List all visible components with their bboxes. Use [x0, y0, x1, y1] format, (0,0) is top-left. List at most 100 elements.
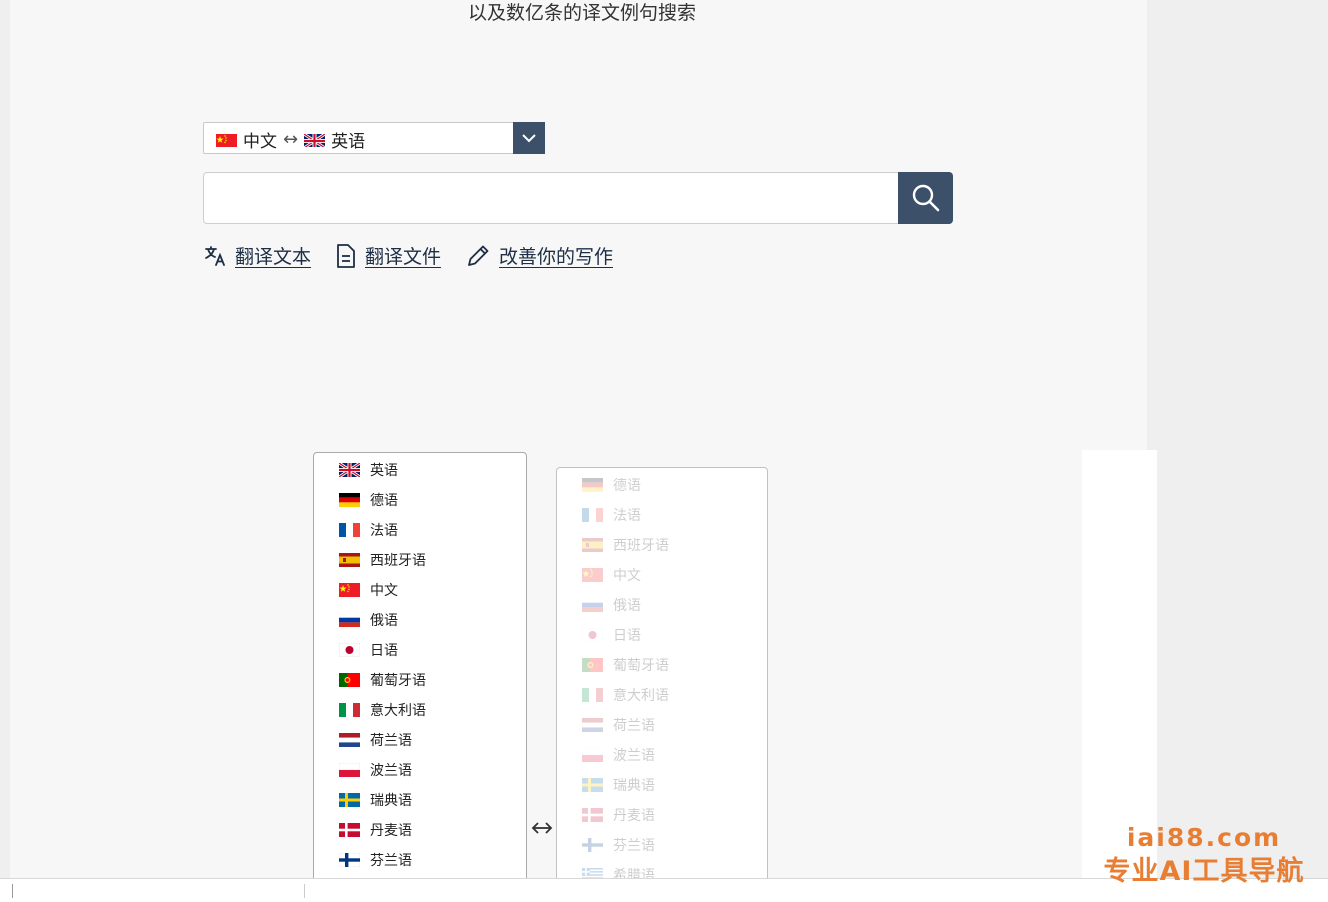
language-option-jp[interactable]: 日语: [314, 635, 526, 665]
fi-flag-icon: [582, 838, 603, 852]
jp-flag-icon: [339, 643, 360, 657]
language-option-es[interactable]: 西班牙语: [557, 530, 767, 560]
uk-flag-icon: [304, 132, 326, 147]
language-option-label: 丹麦语: [370, 823, 412, 839]
it-flag-icon: [339, 703, 360, 717]
fi-flag-icon: [339, 853, 360, 867]
language-option-label: 德语: [613, 478, 641, 494]
language-option-label: 波兰语: [370, 763, 412, 779]
dropdown-toggle-button[interactable]: [513, 122, 545, 154]
language-pair-display: 中文 ↔ 英语: [216, 127, 365, 152]
ru-flag-icon: [582, 598, 603, 612]
de-flag-icon: [582, 478, 603, 492]
it-flag-icon: [582, 688, 603, 702]
translate-file-link[interactable]: 翻译文件: [335, 242, 441, 269]
dk-flag-icon: [339, 823, 360, 837]
language-option-jp[interactable]: 日语: [557, 620, 767, 650]
language-option-de[interactable]: 德语: [314, 485, 526, 515]
language-option-it[interactable]: 意大利语: [314, 695, 526, 725]
language-option-label: 英语: [370, 463, 398, 479]
language-option-label: 日语: [370, 643, 398, 659]
language-option-label: 芬兰语: [370, 853, 412, 869]
es-flag-icon: [339, 553, 360, 567]
language-option-label: 瑞典语: [370, 793, 412, 809]
language-option-pt[interactable]: 葡萄牙语: [557, 650, 767, 680]
nl-flag-icon: [339, 733, 360, 747]
language-option-se[interactable]: 瑞典语: [314, 785, 526, 815]
language-option-label: 法语: [370, 523, 398, 539]
dk-flag-icon: [582, 808, 603, 822]
language-option-label: 中文: [613, 568, 641, 584]
search-input[interactable]: [204, 173, 898, 223]
target-language-label: 英语: [331, 132, 366, 152]
pl-flag-icon: [339, 763, 360, 777]
jp-flag-icon: [582, 628, 603, 642]
swap-arrow-icon: ↔: [283, 129, 299, 150]
pt-flag-icon: [339, 673, 360, 687]
status-divider: [12, 884, 13, 898]
gb-flag-icon: [339, 463, 360, 477]
search-icon: [912, 184, 939, 212]
language-option-pl[interactable]: 波兰语: [314, 755, 526, 785]
de-flag-icon: [339, 493, 360, 507]
language-option-it[interactable]: 意大利语: [557, 680, 767, 710]
pt-flag-icon: [582, 658, 603, 672]
language-option-nl[interactable]: 荷兰语: [314, 725, 526, 755]
language-option-label: 俄语: [370, 613, 398, 629]
language-option-cn[interactable]: 中文: [314, 575, 526, 605]
se-flag-icon: [339, 793, 360, 807]
swap-languages-icon[interactable]: [530, 819, 554, 841]
language-option-dk[interactable]: 丹麦语: [314, 815, 526, 845]
language-pair-select[interactable]: 中文 ↔ 英语: [203, 122, 545, 154]
es-flag-icon: [582, 538, 603, 552]
fr-flag-icon: [582, 508, 603, 522]
language-option-label: 葡萄牙语: [370, 673, 426, 689]
language-option-se[interactable]: 瑞典语: [557, 770, 767, 800]
translate-text-label: 翻译文本: [235, 246, 312, 268]
ru-flag-icon: [339, 613, 360, 627]
language-option-label: 日语: [613, 628, 641, 644]
watermark-domain: iai88.com: [1126, 823, 1282, 852]
language-option-label: 意大利语: [370, 703, 426, 719]
translate-text-link[interactable]: 翻译文本: [203, 242, 311, 269]
language-option-label: 芬兰语: [613, 838, 655, 854]
search-button[interactable]: [898, 172, 953, 224]
cn-flag-icon: [339, 583, 360, 597]
language-option-fi[interactable]: 芬兰语: [314, 845, 526, 875]
source-language-list[interactable]: 英语德语法语西班牙语中文俄语日语葡萄牙语意大利语荷兰语波兰语瑞典语丹麦语芬兰语: [313, 452, 527, 894]
language-option-label: 瑞典语: [613, 778, 655, 794]
language-option-fr[interactable]: 法语: [557, 500, 767, 530]
language-option-label: 中文: [370, 583, 398, 599]
language-option-es[interactable]: 西班牙语: [314, 545, 526, 575]
language-option-de[interactable]: 德语: [557, 470, 767, 500]
language-option-nl[interactable]: 荷兰语: [557, 710, 767, 740]
language-option-pt[interactable]: 葡萄牙语: [314, 665, 526, 695]
cn-flag-icon: [582, 568, 603, 582]
language-option-dk[interactable]: 丹麦语: [557, 800, 767, 830]
language-option-label: 俄语: [613, 598, 641, 614]
page-tagline: 以及数亿条的译文例句搜索: [468, 2, 697, 24]
language-option-ru[interactable]: 俄语: [314, 605, 526, 635]
document-icon: [337, 243, 355, 268]
search-field[interactable]: [203, 172, 898, 224]
language-option-label: 西班牙语: [370, 553, 426, 569]
language-option-cn[interactable]: 中文: [557, 560, 767, 590]
watermark-slogan: 专业AI工具导航: [1103, 856, 1305, 887]
chevron-down-icon: [522, 134, 536, 143]
language-option-fr[interactable]: 法语: [314, 515, 526, 545]
language-option-label: 法语: [613, 508, 641, 524]
language-option-label: 葡萄牙语: [613, 658, 669, 674]
status-divider: [304, 884, 305, 898]
china-flag-icon: [216, 133, 237, 147]
tool-links: 翻译文本 翻译文件 改善你的写作: [203, 242, 613, 269]
se-flag-icon: [582, 778, 603, 792]
target-language-list[interactable]: 德语 法语 西班牙语 中文 俄语 日语 葡萄牙语 意大利语 荷兰语 波兰语 瑞典语 丹麦语 芬兰语 希腊语: [556, 467, 768, 899]
language-option-gb[interactable]: 英语: [314, 455, 526, 485]
fr-flag-icon: [339, 523, 360, 537]
improve-writing-link[interactable]: 改善你的写作: [465, 242, 613, 269]
language-option-ru[interactable]: 俄语: [557, 590, 767, 620]
language-option-label: 荷兰语: [613, 718, 655, 734]
language-option-label: 丹麦语: [613, 808, 655, 824]
language-option-pl[interactable]: 波兰语: [557, 740, 767, 770]
language-option-fi[interactable]: 芬兰语: [557, 830, 767, 860]
